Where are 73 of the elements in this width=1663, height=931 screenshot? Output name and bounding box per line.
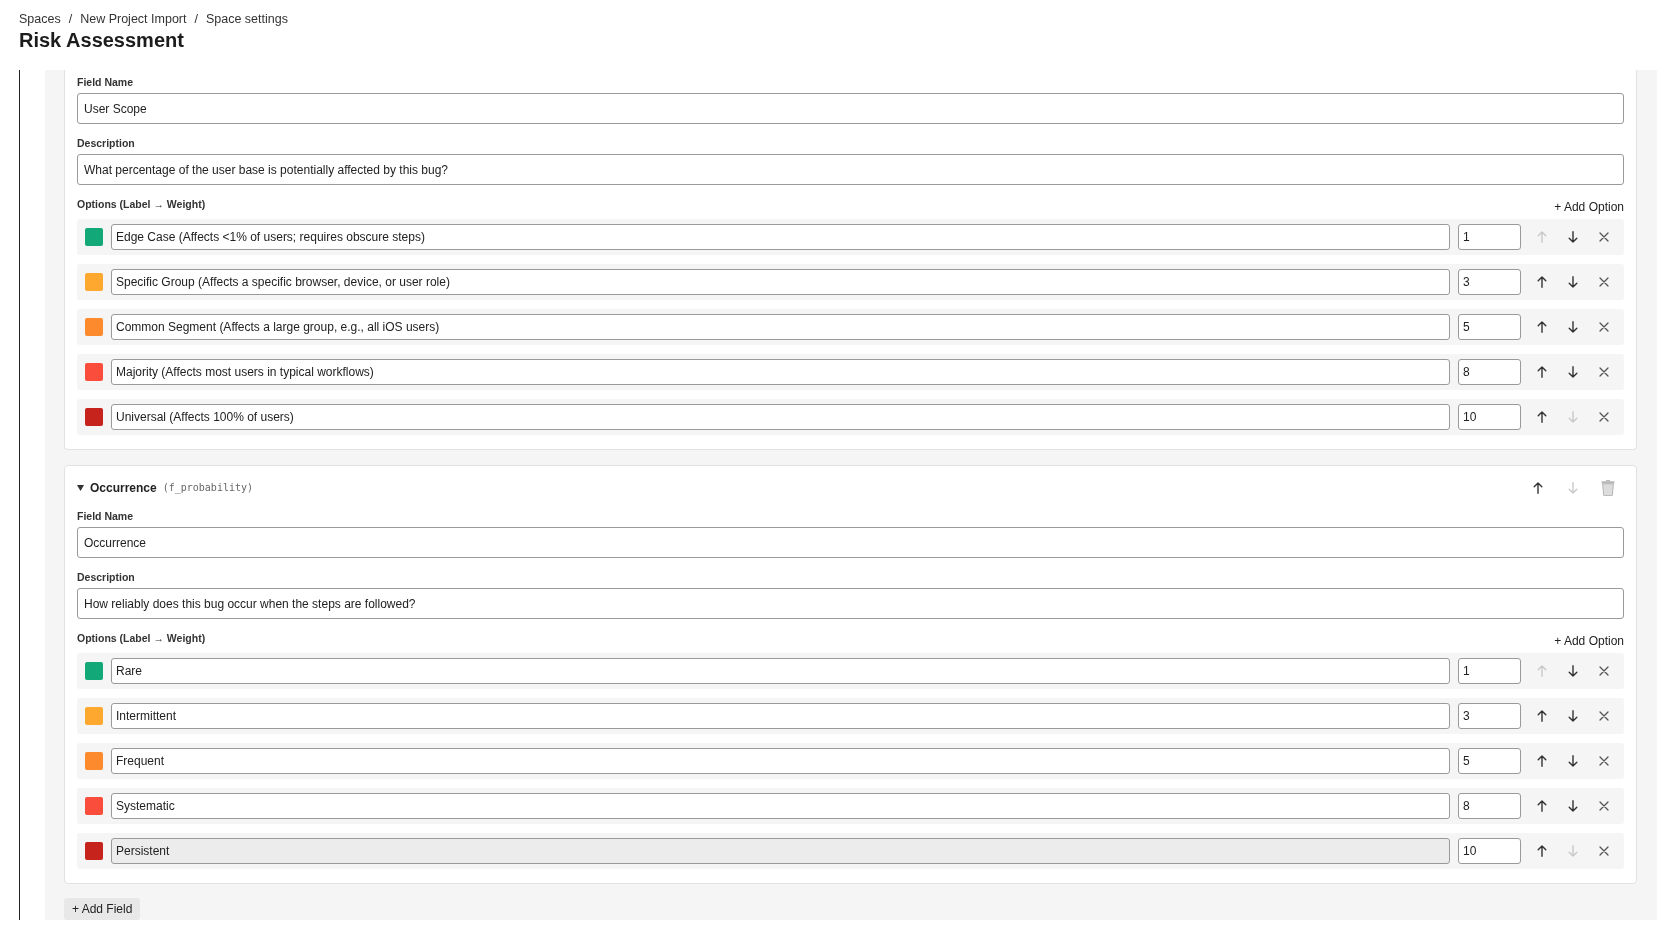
option-label-input[interactable]: Rare [111, 658, 1450, 684]
page-title: Risk Assessment [19, 28, 184, 52]
add-field-button[interactable]: + Add Field [64, 898, 141, 920]
weight-input[interactable]: 3 [1458, 703, 1521, 729]
breadcrumb-link[interactable]: Space settings [205, 11, 288, 27]
close-icon [1598, 756, 1609, 766]
breadcrumb-link[interactable]: Spaces [19, 11, 61, 27]
arrow-up-icon [1536, 411, 1547, 423]
add-option-button[interactable]: + Add Option [1554, 200, 1624, 215]
options-label: Options (Label → Weight) [77, 632, 206, 645]
arrow-down-icon [1567, 321, 1578, 333]
arrow-up-icon [1536, 231, 1547, 243]
arrow-up-icon [1536, 800, 1547, 812]
option-label-input[interactable]: Majority (Affects most users in typical workflows) [111, 359, 1450, 385]
close-icon [1598, 846, 1609, 856]
close-icon [1598, 801, 1609, 811]
weight-input[interactable]: 5 [1458, 748, 1521, 774]
option-label-input[interactable]: Systematic [111, 793, 1450, 819]
close-icon [1598, 666, 1609, 676]
field-label: Field Name [77, 510, 134, 523]
arrow-down-icon [1567, 231, 1578, 243]
weight-input[interactable]: 5 [1458, 314, 1521, 340]
arrow-down-icon [1567, 276, 1578, 288]
arrow-up-icon [1536, 276, 1547, 288]
option-label-input[interactable]: Edge Case (Affects <1% of users; requires obscure steps) [111, 224, 1450, 250]
arrow-down-icon [1567, 755, 1578, 767]
add-option-button[interactable]: + Add Option [1554, 634, 1624, 649]
close-icon [1598, 367, 1609, 377]
arrow-down-icon [1567, 710, 1578, 722]
breadcrumb-separator: / [68, 11, 73, 27]
weight-input[interactable]: 8 [1458, 793, 1521, 819]
arrow-down-icon [1567, 665, 1578, 677]
weight-input[interactable]: 1 [1458, 658, 1521, 684]
close-icon [1598, 322, 1609, 332]
arrow-down-icon [1567, 411, 1578, 423]
arrow-down-icon [1567, 845, 1578, 857]
weight-input[interactable]: 10 [1458, 838, 1521, 864]
description-input[interactable]: How reliably does this bug occur when the steps are followed? [77, 588, 1624, 619]
field-title: Occurrence [90, 480, 157, 496]
option-label-input[interactable]: Intermittent [111, 703, 1450, 729]
options-label: Options (Label → Weight) [77, 198, 206, 211]
option-label-input[interactable]: Common Segment (Affects a large group, e.g., all iOS users) [111, 314, 1450, 340]
option-label-input[interactable]: Universal (Affects 100% of users) [111, 404, 1450, 430]
trash-icon [1601, 480, 1615, 496]
arrow-up-icon [1536, 845, 1547, 857]
weight-input[interactable]: 1 [1458, 224, 1521, 250]
field-label: Description [77, 571, 135, 584]
description-input[interactable]: What percentage of the user base is potentially affected by this bug? [77, 154, 1624, 185]
arrow-up-icon [1533, 482, 1543, 494]
arrow-up-icon [1536, 755, 1547, 767]
close-icon [1598, 711, 1609, 721]
close-icon [1598, 232, 1609, 242]
arrow-down-icon [1567, 366, 1578, 378]
field-label: Field Name [77, 76, 134, 89]
field-key: (f_probability) [162, 480, 253, 496]
arrow-down-icon [1567, 800, 1578, 812]
weight-input[interactable]: 8 [1458, 359, 1521, 385]
weight-input[interactable]: 10 [1458, 404, 1521, 430]
arrow-down-icon [1568, 482, 1578, 494]
breadcrumb-separator: / [194, 11, 198, 27]
field-name-input[interactable]: Occurrence [77, 527, 1624, 558]
arrow-up-icon [1536, 321, 1547, 333]
breadcrumb-link[interactable]: New Project Import [80, 11, 187, 27]
close-icon [1598, 412, 1609, 422]
option-label-input[interactable]: Frequent [111, 748, 1450, 774]
arrow-up-icon [1536, 710, 1547, 722]
close-icon [1598, 277, 1609, 287]
weight-input[interactable]: 3 [1458, 269, 1521, 295]
option-label-input[interactable]: Specific Group (Affects a specific browser, device, or user role) [111, 269, 1450, 295]
arrow-up-icon [1536, 366, 1547, 378]
field-label: Description [77, 137, 135, 150]
arrow-up-icon [1536, 665, 1547, 677]
field-name-input[interactable]: User Scope [77, 93, 1624, 124]
